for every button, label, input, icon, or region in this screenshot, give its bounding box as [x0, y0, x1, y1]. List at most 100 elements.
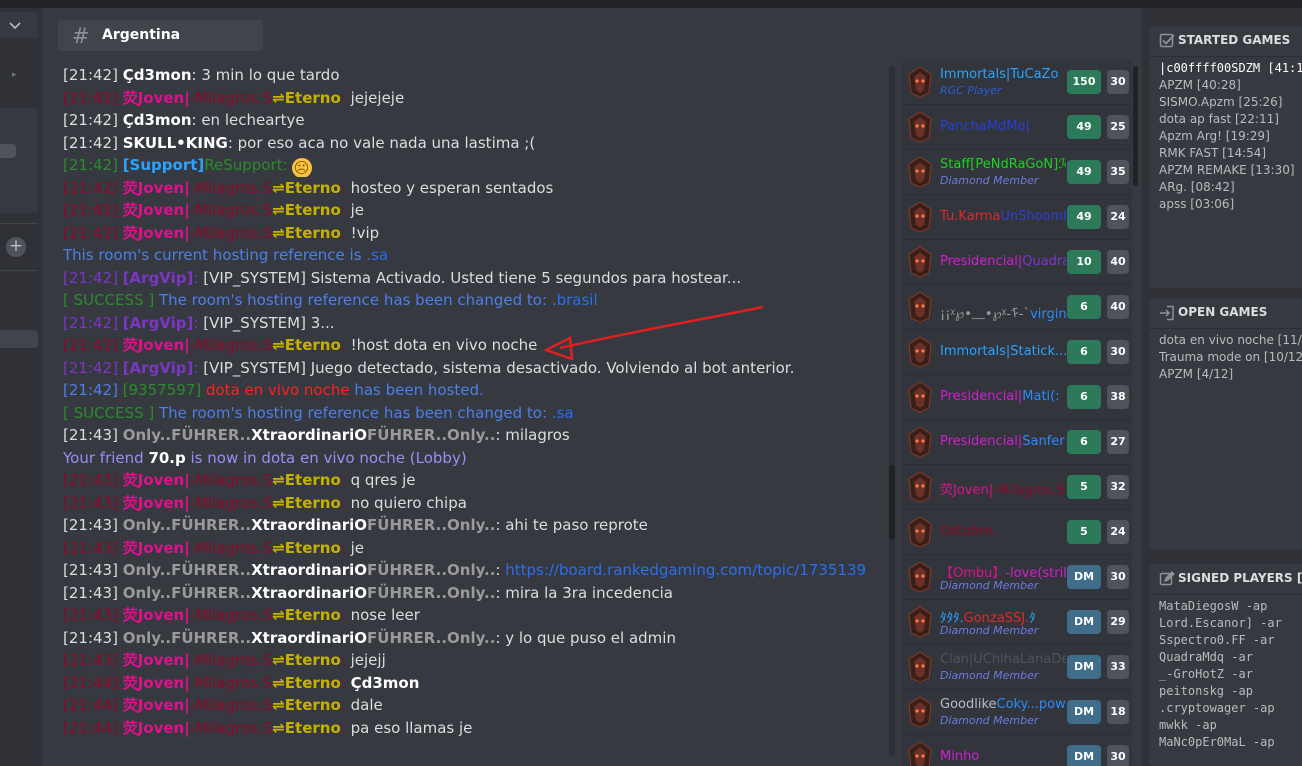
- signed-player-item[interactable]: QuadraMdq -ar: [1159, 649, 1302, 666]
- user-list-item[interactable]: Clan|UChihaLanaDel Diamond Member DM 33: [902, 645, 1132, 690]
- user-list-item[interactable]: Minho DM 30: [902, 735, 1132, 766]
- user-list-scrollbar[interactable]: [1133, 66, 1138, 186]
- user-list-item[interactable]: Presidencial|Sanfer 6 27: [902, 420, 1132, 465]
- message-part: [ SUCCESS ]: [63, 291, 159, 309]
- message-part: :: [340, 178, 351, 197]
- user-name-part: Staff[PeNdRaGoN]ℛ: [940, 157, 1066, 172]
- user-list-item[interactable]: 荧Joven|-Milagros.S 5 32: [902, 465, 1132, 510]
- avatar-icon: [906, 66, 934, 98]
- user-list-item[interactable]: Immortals|TuCaZo RGC Player 150 30: [902, 60, 1132, 105]
- user-games-badge: DM: [1067, 565, 1101, 589]
- open-game-item[interactable]: Trauma mode on [10/12]: [1159, 349, 1302, 366]
- open-game-item[interactable]: APZM [4/12]: [1159, 366, 1302, 383]
- user-name: GoodlikeCoky...powa: [940, 697, 1066, 712]
- signed-player-item[interactable]: Sspectro0.FF -ar: [1159, 632, 1302, 649]
- signed-player-item[interactable]: _-GroHotZ -ar: [1159, 666, 1302, 683]
- message-part: q qres je: [350, 471, 416, 489]
- chat-log[interactable]: [21:42] Çd3mon: 3 min lo que tardo [21:42…: [58, 64, 888, 764]
- chevron-down-icon: [9, 22, 21, 30]
- user-level-badge: 33: [1107, 655, 1129, 679]
- user-level-badge: 40: [1107, 295, 1129, 319]
- message-part: has been hosted.: [349, 381, 484, 399]
- signed-player-item[interactable]: .cryptowager -ap: [1159, 700, 1302, 717]
- user-list[interactable]: Immortals|TuCaZo RGC Player 150 30 PanchaMdM…: [902, 60, 1132, 766]
- started-game-item[interactable]: ARg. [08:42]: [1159, 179, 1302, 196]
- message-part: 荧Joven|: [122, 471, 190, 489]
- avatar-icon: [906, 111, 934, 143]
- message-part: ⇌Eterno: [272, 651, 341, 669]
- user-list-item[interactable]: GoodlikeCoky...powa Diamond Member DM 18: [902, 690, 1132, 735]
- message-part: 荧Joven|: [122, 651, 190, 669]
- chat-message: [21:44] 荧Joven|-Milagros.S⇌Eterno: pa es…: [58, 717, 888, 740]
- signed-player-item[interactable]: MaNc0pEr0MaL -ap: [1159, 734, 1302, 751]
- user-list-item[interactable]: ﾀﾀﾀ.GonzaSSJ.ﾀ Diamond Member DM 29: [902, 600, 1132, 645]
- chat-scrollbar-thumb[interactable]: [889, 465, 895, 540]
- chat-scrollbar[interactable]: [889, 66, 895, 756]
- chevron-right-icon[interactable]: ▸: [12, 70, 17, 80]
- started-game-item[interactable]: RMK FAST [14:54]: [1159, 145, 1302, 162]
- user-name: Minho: [940, 749, 1066, 764]
- message-part: [21:42]: [63, 178, 123, 197]
- user-list-item[interactable]: Presidencial|Mati(: 6 38: [902, 375, 1132, 420]
- chat-link[interactable]: https://board.rankedgaming.com/topic/173…: [505, 561, 866, 579]
- chat-message: [21:43] Only..FÜHRER..XtraordinariOFÜHRE…: [58, 514, 888, 537]
- user-level-badge: 32: [1107, 475, 1129, 499]
- user-name-part: Quadra: [1022, 254, 1066, 269]
- started-game-item[interactable]: apss [03:06]: [1159, 196, 1302, 213]
- user-list-item[interactable]: ¡¡ᵡ℘•﹏•℘ᵡ-ᡏ-`virgine640: [902, 285, 1132, 330]
- message-part: 荧Joven|: [122, 88, 190, 107]
- signed-player-item[interactable]: mwkk -ap: [1159, 717, 1302, 734]
- signed-player-item[interactable]: MataDiegosW -ap: [1159, 598, 1302, 615]
- user-list-item[interactable]: Immortals|Statick... 6 30: [902, 330, 1132, 375]
- add-icon[interactable]: +: [6, 237, 26, 257]
- started-game-item[interactable]: SISMO.Apzm [25:26]: [1159, 94, 1302, 111]
- message-part: [21:44]: [63, 718, 123, 737]
- user-games-badge: 49: [1067, 160, 1101, 184]
- message-part: ⇌Eterno: [272, 673, 341, 692]
- started-game-item[interactable]: APZM [40:28]: [1159, 77, 1302, 94]
- user-list-item[interactable]: PanchaMdMo| 49 25: [902, 105, 1132, 150]
- user-list-item[interactable]: Staff[PeNdRaGoN]ℛ Diamond Member 49 35: [902, 150, 1132, 195]
- started-game-item[interactable]: dota ap fast [22:11]: [1159, 111, 1302, 128]
- message-part: 荧Joven|: [122, 336, 190, 354]
- sidebar-divider: [0, 270, 38, 271]
- message-part: Çd3mon: [122, 66, 192, 84]
- user-name: Immortals|Statick...: [940, 344, 1066, 359]
- started-game-item[interactable]: Apzm Arg! [19:29]: [1159, 128, 1302, 145]
- sidebar-item[interactable]: [0, 330, 38, 348]
- started-game-item[interactable]: APZM REMAKE [13:30]: [1159, 162, 1302, 179]
- signed-player-item[interactable]: Lord.Escanor] -ar: [1159, 615, 1302, 632]
- message-part: [21:44]: [63, 673, 123, 692]
- started-game-item[interactable]: |c00ffff00SDZM [41:16]: [1159, 60, 1302, 77]
- user-name: Immortals|TuCaZo: [940, 67, 1066, 82]
- sidebar-field[interactable]: [0, 144, 16, 158]
- message-part: 荧Joven|: [122, 223, 190, 242]
- user-list-item[interactable]: Tu.KarmaUnShoombre4924: [902, 195, 1132, 240]
- signed-players-title: SIGNED PLAYERS [8/12]: [1178, 571, 1302, 585]
- channel-header[interactable]: # Argentina: [58, 20, 263, 51]
- user-list-item[interactable]: Oktubre.. 5 24: [902, 510, 1132, 555]
- avatar-icon: [906, 381, 934, 413]
- message-part: :: [193, 313, 204, 332]
- avatar-icon: [906, 291, 934, 323]
- signed-player-item[interactable]: peitonskg -ap: [1159, 683, 1302, 700]
- channel-name: Argentina: [102, 27, 181, 43]
- user-list-item[interactable]: Presidencial|Quadra 10 40: [902, 240, 1132, 285]
- message-part: [ SUCCESS ]: [63, 403, 159, 422]
- user-level-badge: 24: [1107, 520, 1129, 544]
- sidebar-dropdown[interactable]: [0, 12, 38, 38]
- user-name-part: Presidencial|: [940, 389, 1023, 404]
- message-part: ⇌Eterno: [272, 471, 341, 489]
- user-name-part: Sanfer: [1022, 434, 1065, 449]
- sidebar-panel[interactable]: [0, 108, 38, 213]
- avatar-icon: [906, 741, 934, 766]
- user-name: Clan|UChihaLanaDel: [940, 652, 1066, 667]
- message-part: [21:43]: [63, 628, 123, 647]
- chat-message: [21:42] 荧Joven|-Milagros.S⇌Eterno: !vip: [58, 222, 888, 245]
- message-part: XtraordinariO: [251, 561, 368, 579]
- chat-message: [21:44] 荧Joven|-Milagros.S⇌Eterno: Çd3mo…: [58, 672, 888, 695]
- open-game-item[interactable]: dota en vivo noche [11/12]: [1159, 332, 1302, 349]
- user-list-item[interactable]: 【Ombu】-love(strikeDiamond MemberDM30: [902, 555, 1132, 600]
- signed-players-header: SIGNED PLAYERS [8/12]: [1149, 564, 1302, 595]
- message-part: -Milagros.S: [189, 336, 273, 354]
